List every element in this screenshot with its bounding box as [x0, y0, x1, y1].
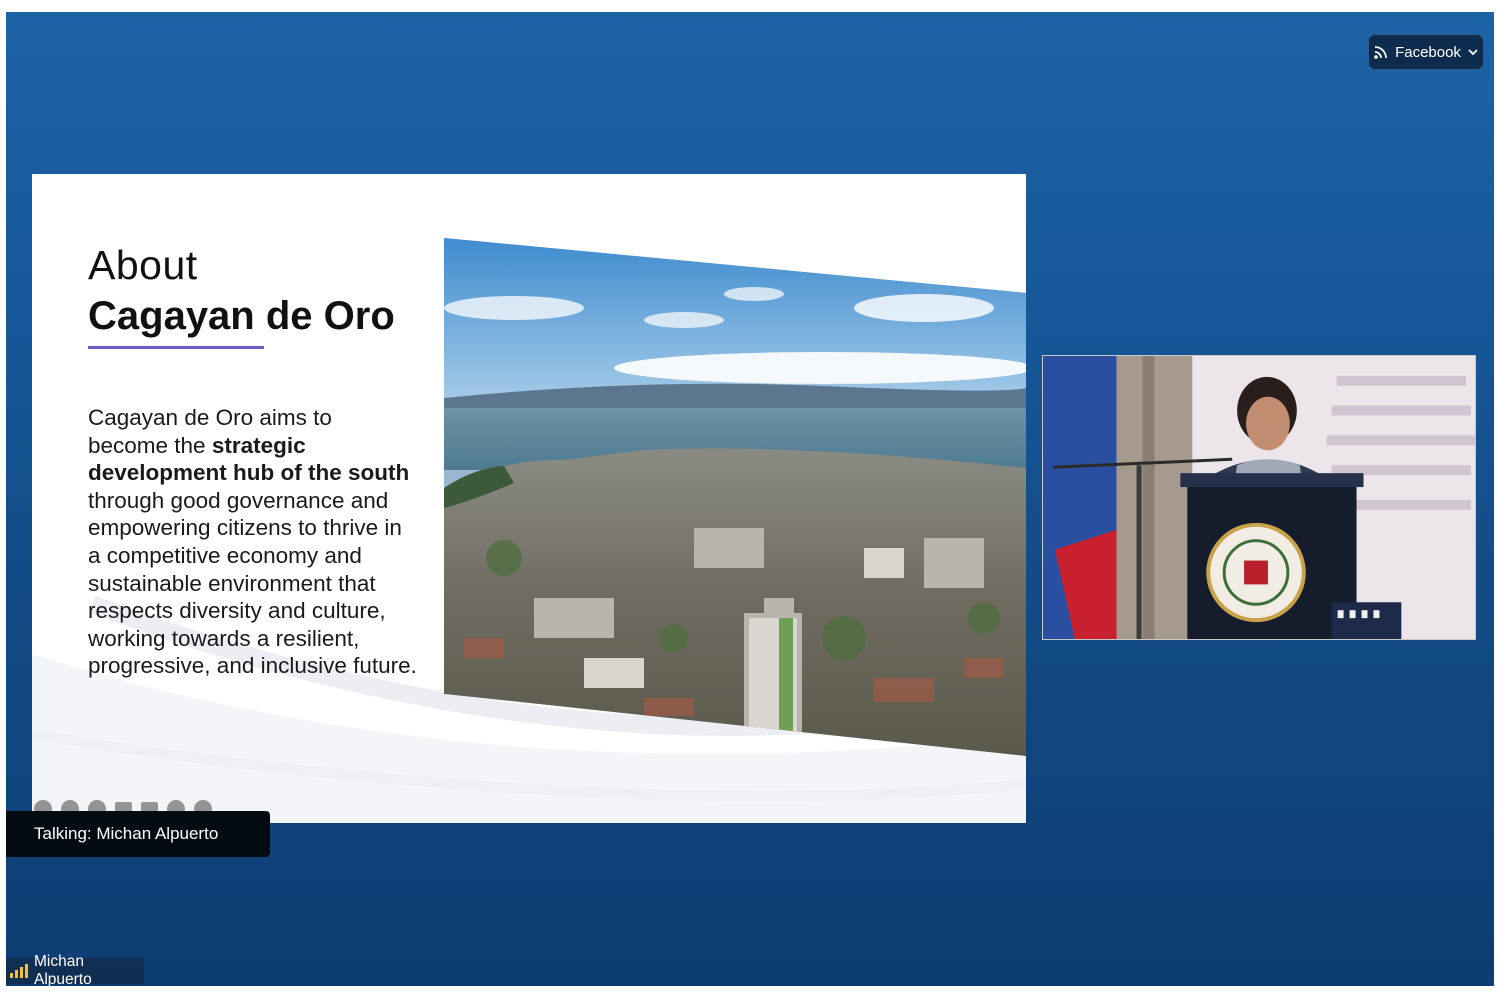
city-aerial-photo [444, 238, 1026, 756]
meeting-stage: Facebook About Cagayan de Oro Cagayan de… [6, 12, 1494, 986]
chevron-down-icon [1467, 47, 1479, 57]
participant-name: Michan Alpuerto [34, 953, 92, 986]
heading-underline [88, 346, 264, 349]
signal-strength-icon [10, 964, 28, 978]
speaker-video-tile[interactable] [1042, 355, 1476, 640]
slide-body-text: Cagayan de Oro aims to become the strate… [88, 404, 418, 680]
body-text-rest: through good governance and empowering c… [88, 487, 417, 679]
talking-label: Talking: Michan Alpuerto [34, 824, 219, 843]
shared-slide: About Cagayan de Oro Cagayan de Oro aims… [32, 174, 1026, 823]
slide-heading-city: Cagayan de Oro [88, 294, 395, 338]
live-stream-button[interactable]: Facebook [1368, 34, 1484, 70]
stream-platform-label: Facebook [1395, 43, 1461, 61]
broadcast-icon [1373, 44, 1389, 60]
slide-heading-about: About [88, 242, 198, 288]
talking-indicator: Talking: Michan Alpuerto [6, 811, 270, 857]
participant-name-tag[interactable]: Michan Alpuerto [6, 953, 144, 986]
